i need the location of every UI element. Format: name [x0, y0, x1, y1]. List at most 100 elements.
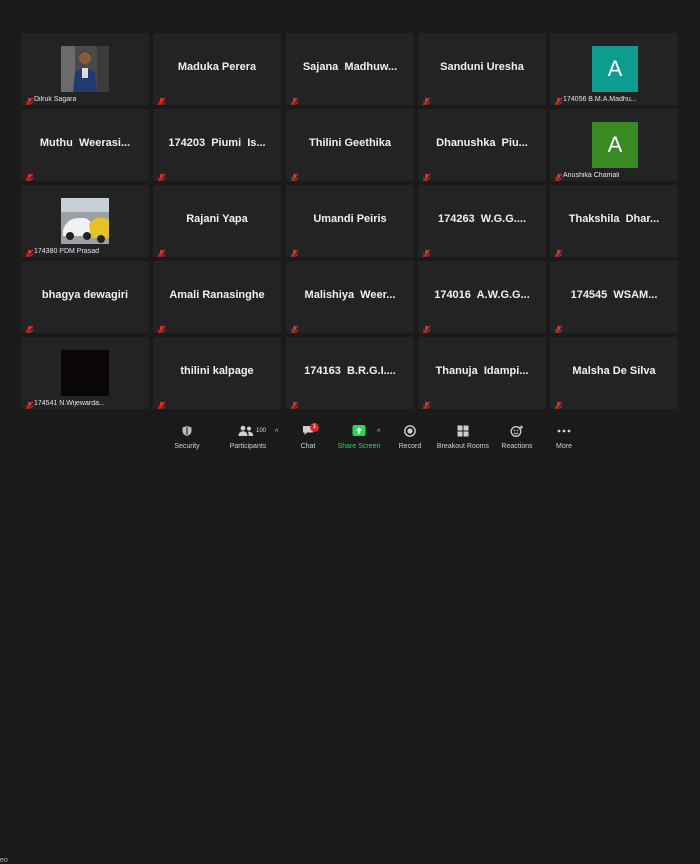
participant-tile[interactable]: Umandi Peiris [286, 185, 414, 257]
participant-tile[interactable]: Sanduni Uresha [418, 33, 546, 105]
chat-button[interactable]: 1 Chat [296, 415, 320, 450]
reactions-button[interactable]: Reactions [501, 415, 533, 450]
mic-muted-icon [422, 245, 431, 257]
participants-button[interactable]: 100 Participants [230, 415, 266, 450]
participant-tile[interactable]: Dilruk Sagara [21, 33, 149, 105]
more-label: More [556, 443, 572, 450]
mic-muted-icon [422, 93, 431, 105]
avatar: A [592, 122, 638, 168]
participant-tile[interactable]: Malishiya Weer... [286, 261, 414, 333]
participants-caret-icon[interactable]: ^ [275, 429, 278, 436]
chat-badge: 1 [310, 423, 319, 432]
participant-photo [61, 198, 109, 244]
participant-name: Thanuja Idampi... [435, 365, 529, 377]
mic-muted-icon [554, 245, 563, 257]
participant-tile[interactable]: 174203 Piumi Is... [153, 109, 281, 181]
mic-muted-icon [157, 321, 166, 333]
participants-count: 100 [256, 428, 267, 434]
participant-tile[interactable]: Thilini Geethika [286, 109, 414, 181]
mic-muted-icon [422, 169, 431, 181]
participant-label: 174380 PDM Prasad [34, 248, 99, 255]
participant-tile[interactable]: Dhanushka Piu... [418, 109, 546, 181]
participant-photo [61, 46, 109, 92]
mic-muted-icon [422, 397, 431, 409]
participants-label: Participants [229, 443, 267, 450]
participant-tile[interactable]: Muthu Weerasi... [21, 109, 149, 181]
participant-tile[interactable]: 174263 W.G.G.... [418, 185, 546, 257]
grid-icon [457, 425, 469, 437]
participant-name: Malsha De Silva [572, 365, 656, 377]
participant-photo [61, 350, 109, 396]
participant-label: 174056 B.M.A.Madhu... [563, 96, 637, 103]
participant-label: Dilruk Sagara [34, 96, 77, 103]
breakout-rooms-button[interactable]: Breakout Rooms [437, 415, 489, 450]
avatar: A [592, 46, 638, 92]
mic-muted-icon [157, 397, 166, 409]
participant-tile[interactable]: thilini kalpage [153, 337, 281, 409]
participant-name: 174203 Piumi Is... [168, 137, 266, 149]
share-screen-button[interactable]: Share Screen [338, 415, 380, 450]
participant-name: Muthu Weerasi... [39, 137, 131, 149]
mic-muted-icon [554, 93, 563, 105]
mic-muted-icon [554, 397, 563, 409]
smile-plus-icon [510, 425, 524, 437]
participant-name: bhagya dewagiri [41, 289, 129, 301]
shield-icon [182, 426, 192, 436]
participant-tile[interactable]: 174545 WSAM... [550, 261, 678, 333]
mic-muted-icon [25, 321, 34, 333]
participant-tile[interactable]: A Anushika Chamali [550, 109, 678, 181]
participant-tile[interactable]: 174380 PDM Prasad [21, 185, 149, 257]
mic-muted-icon [290, 321, 299, 333]
participant-name: 174163 B.R.G.I.... [304, 365, 396, 377]
share-caret-icon[interactable]: ^ [377, 429, 380, 436]
participant-tile[interactable]: Maduka Perera [153, 33, 281, 105]
more-button[interactable]: More [550, 415, 578, 450]
share-arrow-icon [352, 425, 366, 436]
mic-muted-icon [25, 93, 34, 105]
participant-name: Maduka Perera [177, 61, 257, 73]
participant-name: Amali Ranasinghe [169, 289, 265, 301]
mic-muted-icon [554, 169, 563, 181]
participant-tile[interactable]: Thakshila Dhar... [550, 185, 678, 257]
mic-muted-icon [554, 321, 563, 333]
mic-muted-icon [290, 169, 299, 181]
participant-name: Dhanushka Piu... [436, 137, 528, 149]
participant-name: Thakshila Dhar... [568, 213, 660, 225]
participant-tile[interactable]: Amali Ranasinghe [153, 261, 281, 333]
participant-name: Sajana Madhuw... [302, 61, 398, 73]
participant-name: 174263 W.G.G.... [437, 213, 527, 225]
security-button[interactable]: Security [172, 415, 202, 450]
participant-name: 174016 A.W.G.G... [434, 289, 530, 301]
meeting-toolbar: eo Security 100 Participants ^ 1 Chat Sh… [0, 415, 700, 864]
mic-muted-icon [157, 169, 166, 181]
mic-muted-icon [25, 245, 34, 257]
mic-muted-icon [157, 93, 166, 105]
ellipsis-icon [557, 429, 571, 433]
participant-name: Thilini Geethika [309, 137, 391, 149]
participant-name: Sanduni Uresha [440, 61, 524, 73]
video-gallery: Dilruk Sagara Maduka Perera Sajana Madhuw.… [0, 0, 700, 415]
participant-name: Rajani Yapa [186, 213, 248, 225]
participant-label: Anushika Chamali [563, 172, 620, 179]
participant-tile[interactable]: bhagya dewagiri [21, 261, 149, 333]
participant-name: 174545 WSAM... [570, 289, 658, 301]
mic-muted-icon [290, 245, 299, 257]
participant-tile[interactable]: 174016 A.W.G.G... [418, 261, 546, 333]
participant-label: 174541 N.Wijewarda... [34, 400, 105, 407]
participant-tile[interactable]: 174541 N.Wijewarda... [21, 337, 149, 409]
participant-name: thilini kalpage [180, 365, 254, 377]
people-icon [238, 425, 254, 436]
participant-tile[interactable]: A 174056 B.M.A.Madhu... [550, 33, 678, 105]
mic-muted-icon [290, 397, 299, 409]
record-icon [404, 425, 416, 437]
record-button[interactable]: Record [396, 415, 424, 450]
participant-tile[interactable]: Sajana Madhuw... [286, 33, 414, 105]
edge-text: eo [0, 857, 8, 864]
participant-tile[interactable]: Malsha De Silva [550, 337, 678, 409]
participant-name: Umandi Peiris [313, 213, 387, 225]
participant-tile[interactable]: 174163 B.R.G.I.... [286, 337, 414, 409]
participant-tile[interactable]: Thanuja Idampi... [418, 337, 546, 409]
mic-muted-icon [25, 397, 34, 409]
mic-muted-icon [157, 245, 166, 257]
participant-tile[interactable]: Rajani Yapa [153, 185, 281, 257]
